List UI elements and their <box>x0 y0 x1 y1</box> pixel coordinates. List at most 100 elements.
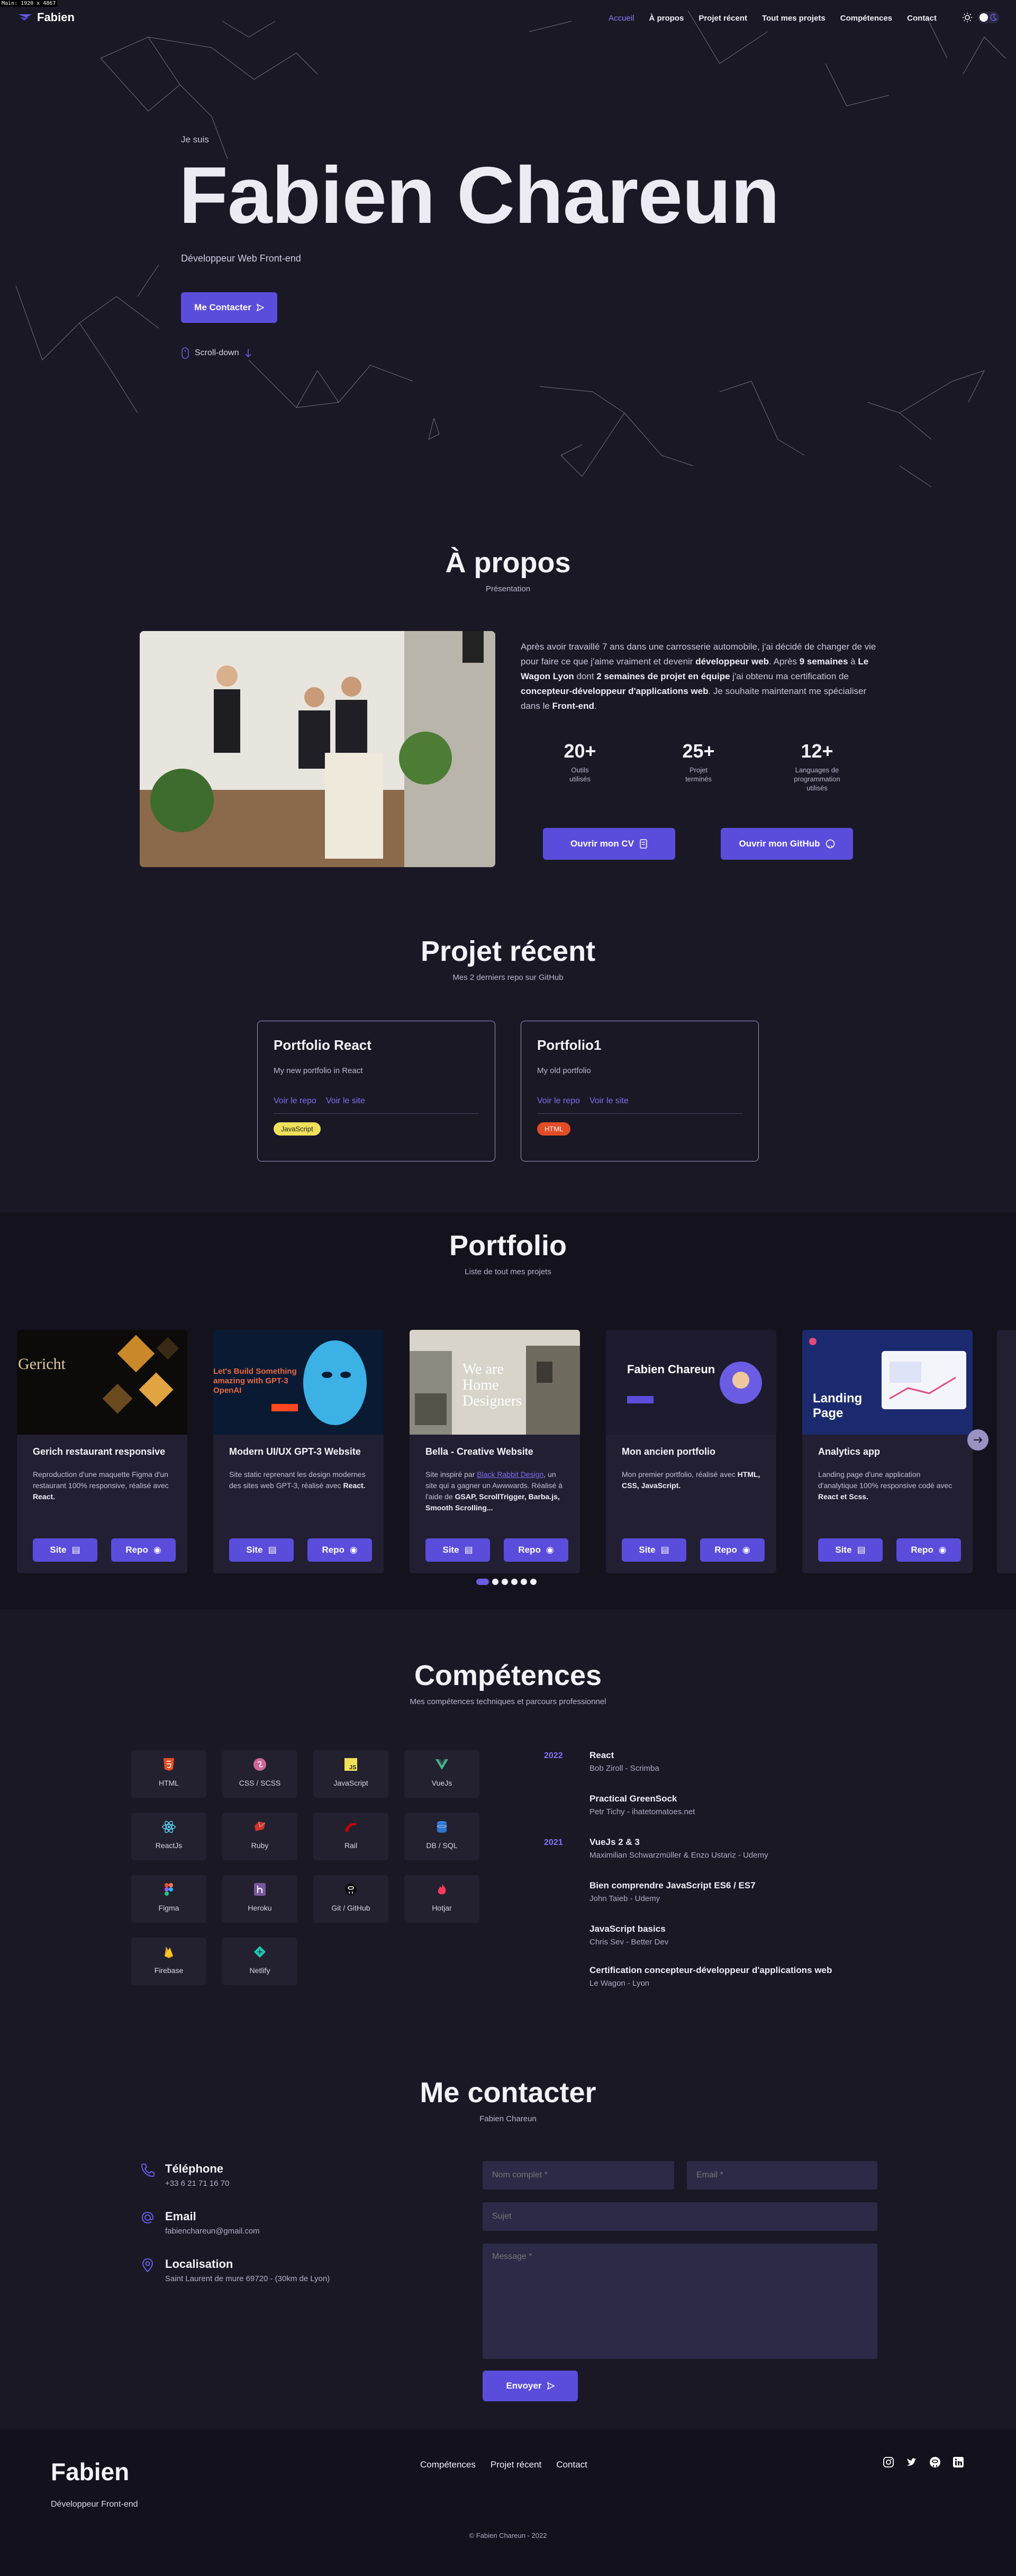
see-site-link[interactable]: Voir le site <box>326 1096 365 1106</box>
site-button[interactable]: Site ▤ <box>818 1538 883 1562</box>
github-icon: ◉ <box>938 1545 947 1555</box>
site-label: Site <box>442 1545 459 1555</box>
scroll-down-link[interactable]: Scroll-down <box>181 347 252 359</box>
recent-card: Portfolio1 My old portfolio Voir le repo… <box>521 1021 759 1161</box>
instagram-icon[interactable] <box>883 2456 894 2468</box>
project-desc: Mon premier portfolio, réalisé avec HTML… <box>622 1469 760 1517</box>
about-text-part: à <box>848 656 858 666</box>
see-repo-link[interactable]: Voir le repo <box>274 1096 316 1106</box>
carousel-next-button[interactable] <box>967 1429 988 1451</box>
nav-link-contact[interactable]: Contact <box>907 14 937 23</box>
thumbnail-text: Let's Build Something amazing with GPT-3… <box>213 1367 297 1395</box>
sun-icon[interactable] <box>962 12 973 23</box>
twitter-icon[interactable] <box>906 2456 918 2468</box>
course-source: Le Wagon - Lyon <box>589 1979 650 1988</box>
message-textarea[interactable] <box>483 2244 877 2359</box>
carousel-dot[interactable] <box>492 1579 498 1585</box>
logo-mark-icon <box>18 14 32 21</box>
about-subtitle: Présentation <box>485 584 531 593</box>
course-source: Bob Ziroll - Scrimba <box>589 1764 659 1773</box>
contact-me-button[interactable]: Me Contacter <box>181 292 277 323</box>
repo-label: Repo <box>322 1545 344 1555</box>
footer-link-projet-recent[interactable]: Projet récent <box>491 2460 541 2470</box>
see-site-link[interactable]: Voir le site <box>589 1096 629 1106</box>
footer-link-competences[interactable]: Compétences <box>420 2460 476 2470</box>
arrow-right-icon <box>974 1437 983 1443</box>
contact-email: Email fabienchareun@gmail.com <box>140 2210 260 2236</box>
phone-title: Téléphone <box>165 2162 224 2175</box>
carousel-dot[interactable] <box>476 1579 489 1585</box>
open-cv-button[interactable]: Ouvrir mon CV <box>543 828 675 860</box>
carousel-dot[interactable] <box>521 1579 527 1585</box>
black-rabbit-link[interactable]: Black Rabbit Design <box>477 1470 543 1479</box>
open-github-button[interactable]: Ouvrir mon GitHub <box>721 828 853 860</box>
skill-figma: Figma <box>131 1875 206 1923</box>
skills-subtitle: Mes compétences techniques et parcours p… <box>410 1697 606 1706</box>
skill-label: Ruby <box>251 1841 269 1850</box>
recent-subtitle: Mes 2 derniers repo sur GitHub <box>452 973 564 982</box>
theme-toggle[interactable] <box>978 12 999 23</box>
repo-label: Repo <box>911 1545 933 1555</box>
skill-label: Figma <box>158 1904 179 1912</box>
svg-text:JS: JS <box>349 1764 356 1771</box>
repo-button[interactable]: Repo ◉ <box>896 1538 961 1562</box>
site-button[interactable]: Site ▤ <box>229 1538 294 1562</box>
email-input[interactable] <box>687 2161 877 2190</box>
repo-button[interactable]: Repo ◉ <box>307 1538 372 1562</box>
social-links <box>883 2456 964 2468</box>
nav-link-tout-mes-projets[interactable]: Tout mes projets <box>762 14 826 23</box>
project-thumbnail: Let's Build Something amazing with GPT-3… <box>213 1330 384 1435</box>
html5-icon <box>162 1758 176 1771</box>
subject-input[interactable] <box>483 2202 877 2231</box>
document-icon <box>640 839 647 849</box>
about-text-bold: 2 semaines de projet en équipe <box>596 671 730 681</box>
site-button[interactable]: Site ▤ <box>33 1538 97 1562</box>
stat-label: Projet terminés <box>685 766 712 783</box>
recent-card-desc: My new portfolio in React <box>274 1066 363 1075</box>
repo-button[interactable]: Repo ◉ <box>504 1538 568 1562</box>
browser-icon: ▤ <box>660 1545 669 1555</box>
carousel-dot[interactable] <box>502 1579 508 1585</box>
language-badge: HTML <box>537 1122 571 1136</box>
carousel-dot[interactable] <box>511 1579 518 1585</box>
skill-hotjar: Hotjar <box>404 1875 479 1923</box>
hero-intro: Je suis <box>181 134 209 145</box>
repo-button[interactable]: Repo ◉ <box>111 1538 176 1562</box>
skill-css: CSS / SCSS <box>222 1750 297 1798</box>
project-title: Mon ancien portfolio <box>622 1446 715 1457</box>
logo[interactable]: Fabien <box>17 11 75 24</box>
javascript-icon: JS <box>344 1758 358 1771</box>
footer-links: Compétences Projet récent Contact <box>420 2460 587 2470</box>
send-button[interactable]: Envoyer <box>483 2371 578 2401</box>
arrow-down-icon <box>245 349 251 358</box>
send-icon <box>256 304 264 311</box>
site-button[interactable]: Site ▤ <box>425 1538 490 1562</box>
footer-link-contact[interactable]: Contact <box>556 2460 587 2470</box>
nav-link-accueil[interactable]: Accueil <box>609 14 634 23</box>
project-title: Analytics app <box>818 1446 881 1457</box>
project-title: Bella - Creative Website <box>425 1446 533 1457</box>
project-card: We are Home Designers Bella - Creative W… <box>410 1330 580 1573</box>
project-thumbnail: Fabien Chareun <box>606 1330 776 1435</box>
location-pin-icon <box>142 2258 153 2273</box>
stat-tools: 20+ Outils utilisés <box>538 740 622 783</box>
about-text-bold: Front-end <box>552 701 594 711</box>
github-icon[interactable] <box>929 2456 941 2468</box>
recent-card-title: Portfolio React <box>274 1037 371 1053</box>
repo-button[interactable]: Repo ◉ <box>700 1538 765 1562</box>
github-icon: ◉ <box>546 1545 554 1555</box>
course-title: VueJs 2 & 3 <box>589 1837 640 1847</box>
contact-me-label: Me Contacter <box>194 302 251 312</box>
nav-link-projet-recent[interactable]: Projet récent <box>698 14 747 23</box>
site-label: Site <box>246 1545 263 1555</box>
full-name-input[interactable] <box>483 2161 674 2190</box>
linkedin-icon[interactable] <box>952 2456 964 2468</box>
site-label: Site <box>835 1545 852 1555</box>
project-card: Landing Page Analytics app Landing page … <box>802 1330 973 1573</box>
repo-label: Repo <box>714 1545 737 1555</box>
nav-link-competences[interactable]: Compétences <box>840 14 892 23</box>
carousel-dot[interactable] <box>530 1579 537 1585</box>
see-repo-link[interactable]: Voir le repo <box>537 1096 580 1106</box>
site-button[interactable]: Site ▤ <box>622 1538 686 1562</box>
nav-link-apropos[interactable]: À propos <box>649 14 684 23</box>
